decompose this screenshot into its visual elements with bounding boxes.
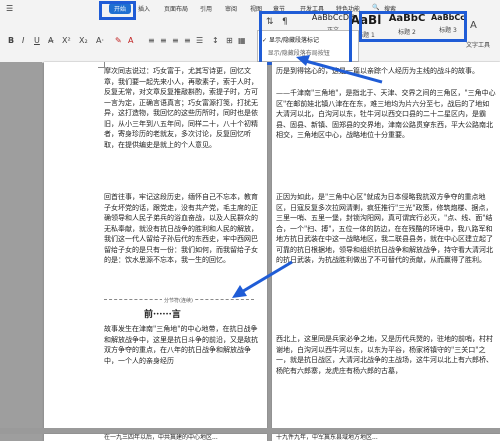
arrow-to-section-break <box>232 260 293 298</box>
annotation-arrows <box>232 55 383 298</box>
arrow-to-styles <box>296 55 383 84</box>
